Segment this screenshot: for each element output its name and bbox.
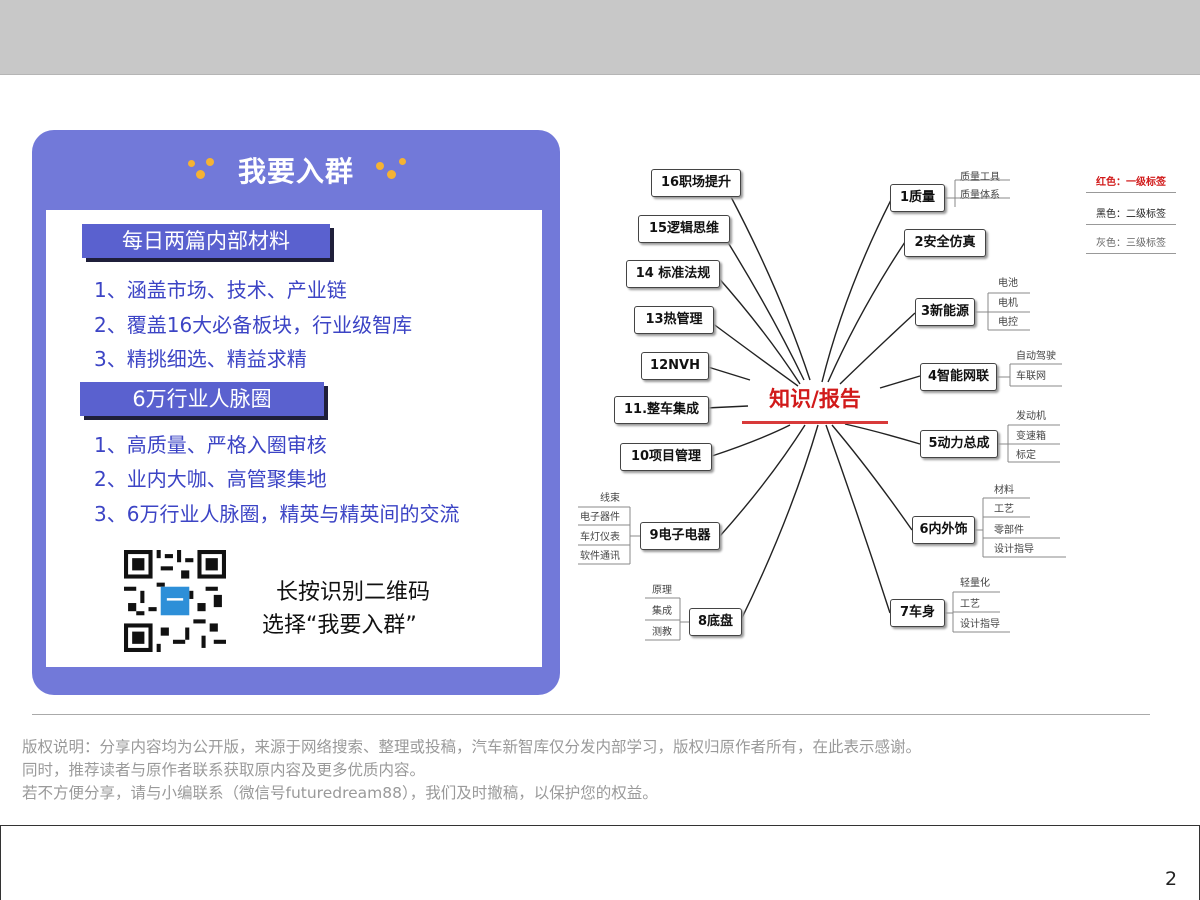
mindmap-node-electrical: 9电子电器 xyxy=(640,522,720,550)
mindmap-leaf: 测教 xyxy=(652,627,672,638)
mindmap-node-safety: 2安全仿真 xyxy=(904,229,986,257)
mindmap-leaf: 电子器件 xyxy=(580,512,620,523)
mindmap-node-chassis: 8底盘 xyxy=(689,608,742,636)
mindmap-leaf: 材料 xyxy=(994,485,1014,496)
mindmap-node-thermal: 13热管理 xyxy=(634,306,714,334)
mindmap-leaf: 工艺 xyxy=(960,599,980,610)
mindmap-node-integration: 11.整车集成 xyxy=(614,396,709,424)
mindmap-leaf: 设计指导 xyxy=(960,619,1000,630)
mindmap-node-powertrain: 5动力总成 xyxy=(920,430,998,458)
mindmap-leaf: 发动机 xyxy=(1016,411,1046,422)
mindmap-leaf: 电机 xyxy=(998,298,1018,309)
copyright-notice: 同时，推荐读者与原作者联系获取原内容及更多优质内容。 xyxy=(22,761,426,779)
mindmap-node-body: 7车身 xyxy=(890,599,945,627)
mindmap-leaf: 工艺 xyxy=(994,504,1014,515)
legend-level3: 灰色：三级标签 xyxy=(1086,234,1176,254)
mindmap-leaf: 标定 xyxy=(1016,450,1036,461)
mindmap-leaf: 车联网 xyxy=(1016,371,1046,382)
mindmap-node-new-energy: 3新能源 xyxy=(915,298,975,326)
mindmap-node-nvh: 12NVH xyxy=(641,352,709,380)
mindmap-leaf: 轻量化 xyxy=(960,578,990,589)
copyright-notice: 版权说明：分享内容均为公开版，来源于网络搜索、整理或投稿，汽车新智库仅分发内部学… xyxy=(22,738,922,756)
mindmap-center: 知识/报告 xyxy=(769,387,861,411)
mindmap-node-quality: 1质量 xyxy=(890,184,945,212)
mindmap-leaf: 设计指导 xyxy=(994,544,1034,555)
mindmap-node-project: 10项目管理 xyxy=(620,443,712,471)
mindmap-node-interior: 6内外饰 xyxy=(912,516,975,544)
page-number: 2 xyxy=(1165,868,1178,890)
legend-level2: 黑色：二级标签 xyxy=(1086,205,1176,225)
mindmap-leaf: 电控 xyxy=(998,317,1018,328)
mindmap-leaf: 电池 xyxy=(998,278,1018,289)
mindmap-node-logic: 15逻辑思维 xyxy=(638,215,730,243)
legend-level1: 红色：一级标签 xyxy=(1086,173,1176,193)
mindmap-leaf: 原理 xyxy=(652,585,672,596)
slide-footer-frame xyxy=(0,825,1200,900)
footer-divider xyxy=(32,714,1150,715)
mindmap-node-connected: 4智能网联 xyxy=(920,363,997,391)
mindmap-leaf: 自动驾驶 xyxy=(1016,351,1056,362)
mindmap-node-standards: 14 标准法规 xyxy=(626,260,720,288)
mindmap-leaf: 零部件 xyxy=(994,525,1024,536)
copyright-notice: 若不方便分享，请与小编联系（微信号futuredream88），我们及时撤稿，以… xyxy=(22,784,658,802)
mindmap-leaf: 集成 xyxy=(652,606,672,617)
mindmap-leaf: 变速箱 xyxy=(1016,431,1046,442)
mindmap-node-career: 16职场提升 xyxy=(651,169,741,197)
mindmap-leaf: 软件通讯 xyxy=(580,551,620,562)
mindmap-leaf: 质量工具 xyxy=(960,172,1000,183)
mindmap-leaf: 线束 xyxy=(600,493,620,504)
mindmap-leaf: 车灯仪表 xyxy=(580,532,620,543)
mindmap-leaf: 质量体系 xyxy=(960,190,1000,201)
mindmap-center-underline xyxy=(742,421,888,424)
